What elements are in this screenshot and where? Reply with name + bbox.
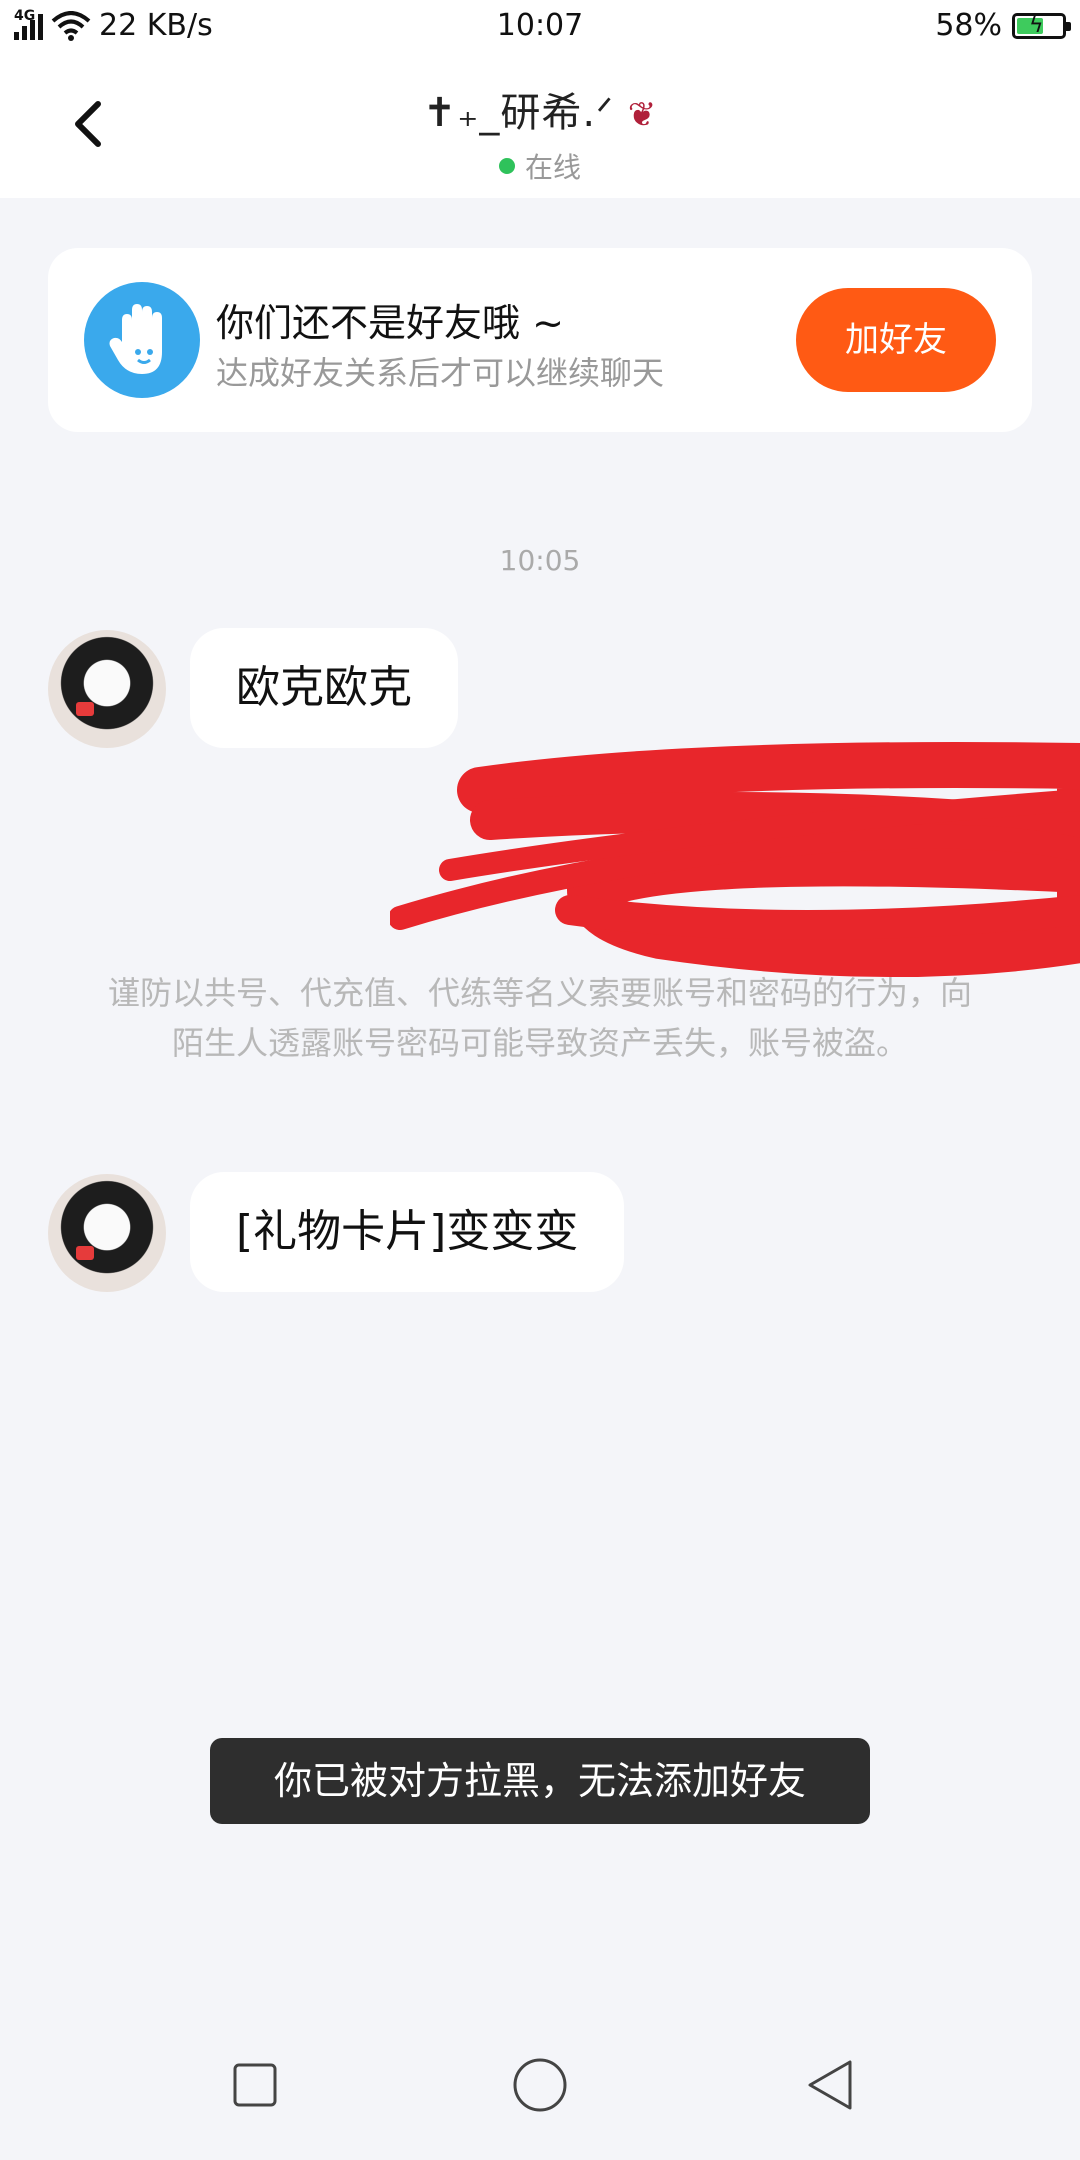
message-timestamp: 10:05 — [499, 544, 581, 577]
status-bar: 4G 22 KB/s 10:07 58% ϟ — [0, 0, 1080, 52]
friend-card-subtitle: 达成好友关系后才可以继续聊天 — [216, 354, 665, 392]
blocked-toast: 你已被对方拉黑，无法添加好友 — [210, 1738, 870, 1824]
add-friend-card: 你们还不是好友哦 ~ 达成好友关系后才可以继续聊天 加好友 — [48, 248, 1032, 432]
avatar[interactable] — [48, 630, 166, 748]
battery-icon: ϟ — [1012, 12, 1071, 39]
waving-hand-icon — [84, 282, 200, 398]
contact-name: ✝₊_研希.ᐟ ❦ — [0, 80, 1080, 138]
recent-apps-icon — [233, 2063, 277, 2107]
recent-apps-button[interactable] — [224, 2054, 286, 2116]
status-right: 58% ϟ — [935, 8, 1071, 43]
redaction-scribble — [390, 742, 1080, 978]
back-triangle-icon — [808, 2060, 852, 2110]
hand-glyph — [109, 304, 162, 374]
online-dot-icon — [498, 158, 515, 174]
home-icon — [513, 2058, 567, 2112]
online-status: 在线 — [498, 146, 581, 186]
status-time: 10:07 — [496, 8, 584, 43]
message-bubble[interactable]: [礼物卡片]变变变 — [190, 1172, 625, 1292]
online-status-text: 在线 — [524, 151, 581, 184]
nav-back-button[interactable] — [800, 2054, 862, 2116]
charging-bolt-icon: ϟ — [1029, 12, 1044, 38]
message-bubble[interactable]: 欧克欧克 — [190, 628, 458, 748]
contact-info[interactable]: ✝₊_研希.ᐟ ❦ 在线 — [0, 80, 1080, 186]
friend-card-title: 你们还不是好友哦 ~ — [216, 301, 564, 345]
contact-name-text: ✝₊_研希.ᐟ — [422, 90, 615, 136]
safety-warning: 谨防以共号、代充值、代练等名义索要账号和密码的行为，向陌生人透露账号密码可能导致… — [107, 974, 972, 1062]
add-friend-button[interactable]: 加好友 — [796, 288, 996, 392]
rose-icon: ❦ — [627, 95, 658, 135]
battery-percent: 58% — [935, 8, 1002, 43]
home-button[interactable] — [509, 2054, 571, 2116]
system-nav-bar — [0, 2010, 1080, 2160]
chat-header: ✝₊_研希.ᐟ ❦ 在线 — [0, 52, 1080, 198]
avatar[interactable] — [48, 1174, 166, 1292]
